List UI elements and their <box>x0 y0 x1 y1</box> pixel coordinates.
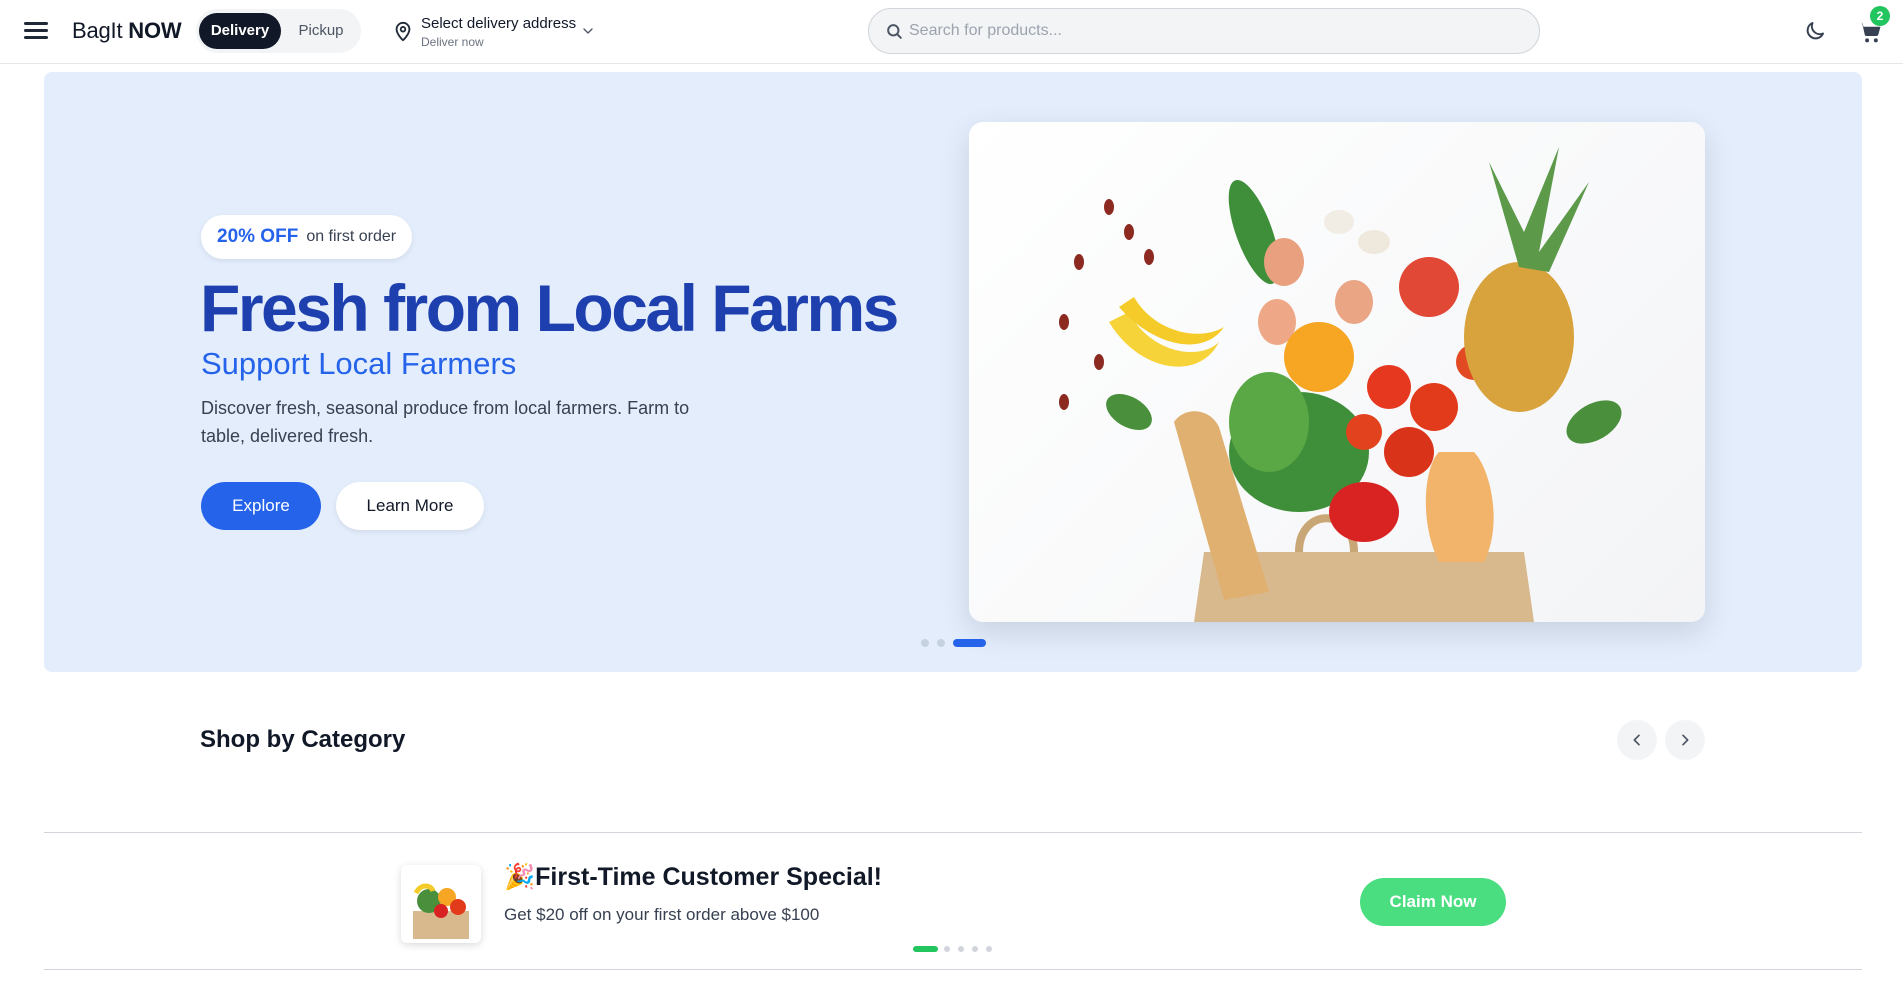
hamburger-menu-icon[interactable] <box>22 19 50 43</box>
promo-banner-carousel: 🎉First-Time Customer Special! Get $20 of… <box>44 832 1862 970</box>
promo-dot-3[interactable] <box>958 946 964 952</box>
promo-thumbnail-image <box>401 865 481 943</box>
promo-dot-4[interactable] <box>972 946 978 952</box>
app-logo[interactable]: BagIt NOW <box>72 18 182 44</box>
promo-description: Get $20 off on your first order above $1… <box>504 905 820 924</box>
logo-prefix: BagIt <box>72 18 123 43</box>
promo-title: 🎉First-Time Customer Special! <box>504 863 882 892</box>
pickup-mode-button[interactable]: Pickup <box>286 13 356 49</box>
address-title: Select delivery address <box>421 15 577 32</box>
hero-dot-3-active[interactable] <box>953 639 986 647</box>
promo-dot-2[interactable] <box>944 946 950 952</box>
search-input[interactable] <box>909 9 1509 53</box>
explore-button[interactable]: Explore <box>201 482 321 530</box>
logo-suffix: NOW <box>128 18 182 43</box>
delivery-mode-button[interactable]: Delivery <box>199 13 281 49</box>
hero-description: Discover fresh, seasonal produce from lo… <box>201 398 690 446</box>
party-emoji-icon: 🎉 <box>504 863 536 891</box>
category-next-button[interactable] <box>1665 720 1705 760</box>
hero-dot-2[interactable] <box>937 639 945 647</box>
chevron-right-icon <box>1682 734 1689 746</box>
hero-subtitle: Support Local Farmers <box>201 346 517 381</box>
address-subtitle: Deliver now <box>421 35 484 49</box>
promo-dot-5[interactable] <box>986 946 992 952</box>
grocery-bag-illustration <box>1059 147 1622 622</box>
promo-pill: 20% OFF on first order <box>201 215 413 259</box>
category-prev-button[interactable] <box>1617 720 1657 760</box>
promo-title-text: First-Time Customer Special! <box>535 863 882 891</box>
search-icon <box>887 24 902 39</box>
hero-title: Fresh from Local Farms <box>200 271 899 345</box>
promo-dot-1-active[interactable] <box>913 946 938 952</box>
claim-now-button[interactable]: Claim Now <box>1360 878 1506 926</box>
product-search-bar <box>868 8 1540 54</box>
location-pin-icon <box>395 21 411 42</box>
promo-discount: 20% OFF <box>217 226 299 247</box>
top-header: BagIt NOW Delivery Pickup Select deliver… <box>0 0 1903 64</box>
chevron-down-icon <box>583 28 593 34</box>
learn-more-button[interactable]: Learn More <box>336 482 484 530</box>
hero-dot-1[interactable] <box>921 639 929 647</box>
fulfillment-mode-toggle: Delivery Pickup <box>196 9 361 53</box>
promo-text: on first order <box>306 228 397 245</box>
dark-mode-moon-icon[interactable] <box>1803 19 1827 43</box>
cart-count-badge: 2 <box>1870 6 1890 26</box>
hero-carousel: 20% OFF on first order Fresh from Local … <box>44 72 1862 672</box>
chevron-left-icon <box>1633 734 1640 746</box>
hero-grocery-image <box>969 122 1705 622</box>
grocery-thumbnail-illustration <box>413 883 469 939</box>
shop-by-category-heading: Shop by Category <box>200 726 406 753</box>
